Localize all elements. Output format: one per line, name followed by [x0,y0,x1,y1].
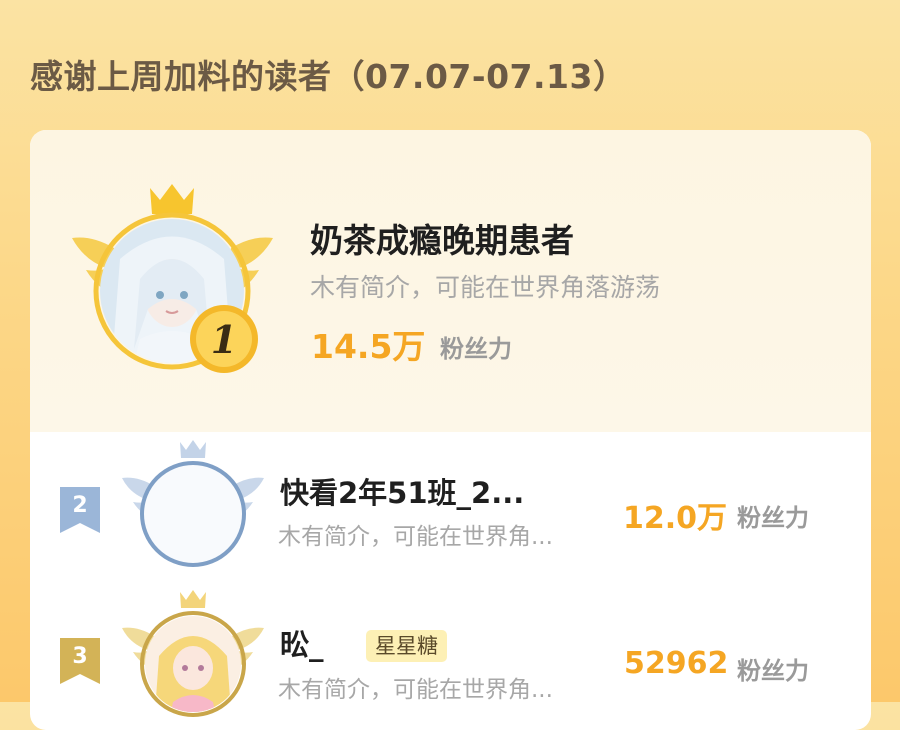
silver-crown-wings-icon [122,440,264,567]
leaderboard-top-entry[interactable]: 1 奶茶成瘾晚期患者 木有简介，可能在世界角落游荡 14.5万 粉丝力 [30,130,871,432]
leaderboard-card: 1 奶茶成瘾晚期患者 木有简介，可能在世界角落游荡 14.5万 粉丝力 2 快看… [30,130,871,730]
fans-unit-label: 粉丝力 [737,504,809,532]
fans-count: 14.5万 [311,327,426,366]
user-bio: 木有简介，可能在世界角落游荡 [310,273,661,302]
user-name[interactable]: 奶茶成瘾晚期患者 [310,214,574,262]
user-name[interactable]: 昖_ [280,622,324,664]
user-bio: 木有简介，可能在世界角... [278,677,553,703]
rank-3-label: 3 [72,644,88,669]
user-name[interactable]: 快看2年51班_2... [280,470,524,512]
page-title: 感谢上周加料的读者（07.07-07.13） [30,57,627,96]
fans-unit-label: 粉丝力 [737,657,809,685]
rank-3-ribbon-icon: 3 [60,638,100,684]
fans-unit-label: 粉丝力 [440,335,512,363]
rank-1-label: 1 [211,317,237,362]
avatar-frame-bronze [120,588,266,728]
rank-1-medal-icon: 1 [188,303,260,375]
fans-count: 52962 [624,646,729,681]
user-title-badge: 星星糖 [366,630,447,662]
fans-count: 12.0万 [623,501,728,536]
avatar-frame-silver [120,438,266,568]
rank-2-ribbon-icon: 2 [60,487,100,533]
avatar[interactable] [145,616,241,712]
user-bio: 木有简介，可能在世界角... [278,524,553,550]
rank-2-label: 2 [72,493,88,518]
